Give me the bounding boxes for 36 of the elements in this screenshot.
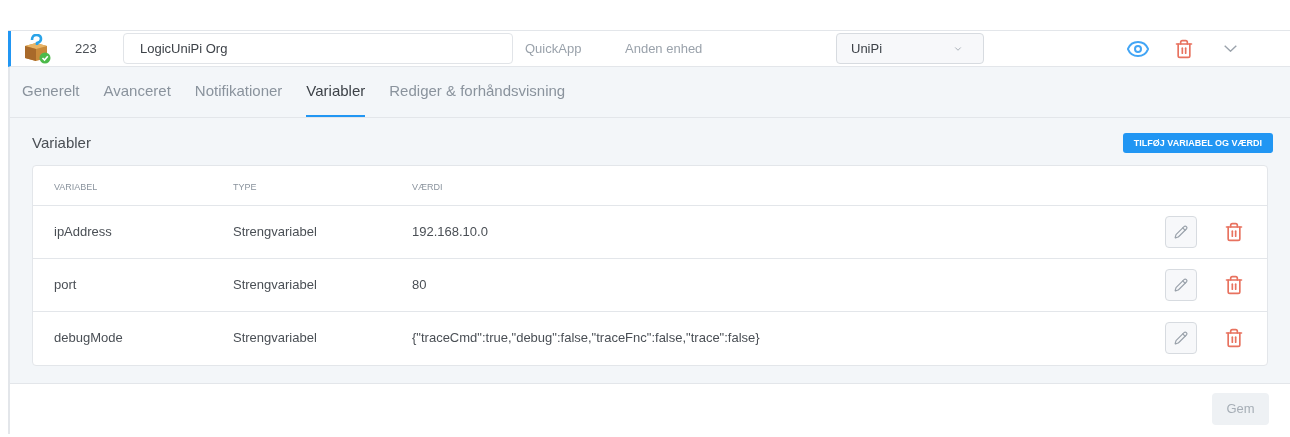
variable-name: ipAddress: [54, 222, 113, 241]
pencil-icon: [1174, 224, 1188, 239]
edit-button[interactable]: [1165, 215, 1197, 248]
column-header: TYPE: [233, 181, 258, 194]
delete-button[interactable]: [1224, 274, 1244, 295]
variable-name: port: [54, 275, 78, 294]
tab[interactable]: Generelt: [22, 67, 80, 117]
variable-type: Strengvariabel: [233, 329, 318, 348]
package-status-icon: [22, 33, 52, 64]
tab[interactable]: Notifikationer: [194, 67, 283, 117]
edit-button[interactable]: [1165, 322, 1197, 354]
chevron-icon: [1224, 45, 1237, 52]
variable-type: Strengvariabel: [233, 275, 318, 294]
section-title: Variabler: [32, 133, 91, 153]
tab[interactable]: Rediger & forhåndsvisning: [389, 67, 566, 117]
expand-button[interactable]: [1224, 45, 1237, 52]
column-header: VÆRDI: [412, 181, 443, 194]
delete-button[interactable]: [1224, 221, 1244, 242]
device-role: Anden enhed: [625, 39, 704, 58]
variable-value: 192.168.10.0: [412, 222, 489, 241]
edit-button[interactable]: [1165, 268, 1197, 301]
tab[interactable]: Avanceret: [103, 67, 171, 117]
column-header: VARIABEL: [54, 181, 99, 194]
variable-value: 80: [412, 275, 428, 294]
pencil-icon: [1174, 331, 1188, 345]
room-dropdown[interactable]: UniPi: [836, 33, 984, 64]
device-type: QuickApp: [525, 39, 583, 58]
device-id: 223: [74, 39, 98, 58]
variable-type: Strengvariabel: [233, 222, 318, 241]
delete-button[interactable]: [1224, 328, 1244, 348]
variable-name: debugMode: [54, 329, 124, 348]
device-name-field[interactable]: LogicUniPi Org: [123, 33, 513, 64]
delete-button[interactable]: [1174, 38, 1194, 59]
variable-value: {"traceCmd":true,"debug":false,"traceFnc":false,"trace":false}: [412, 329, 761, 348]
add-variable-button[interactable]: TILFØJ VARIABEL OG VÆRDI: [1122, 133, 1273, 154]
pencil-icon: [1174, 277, 1188, 292]
